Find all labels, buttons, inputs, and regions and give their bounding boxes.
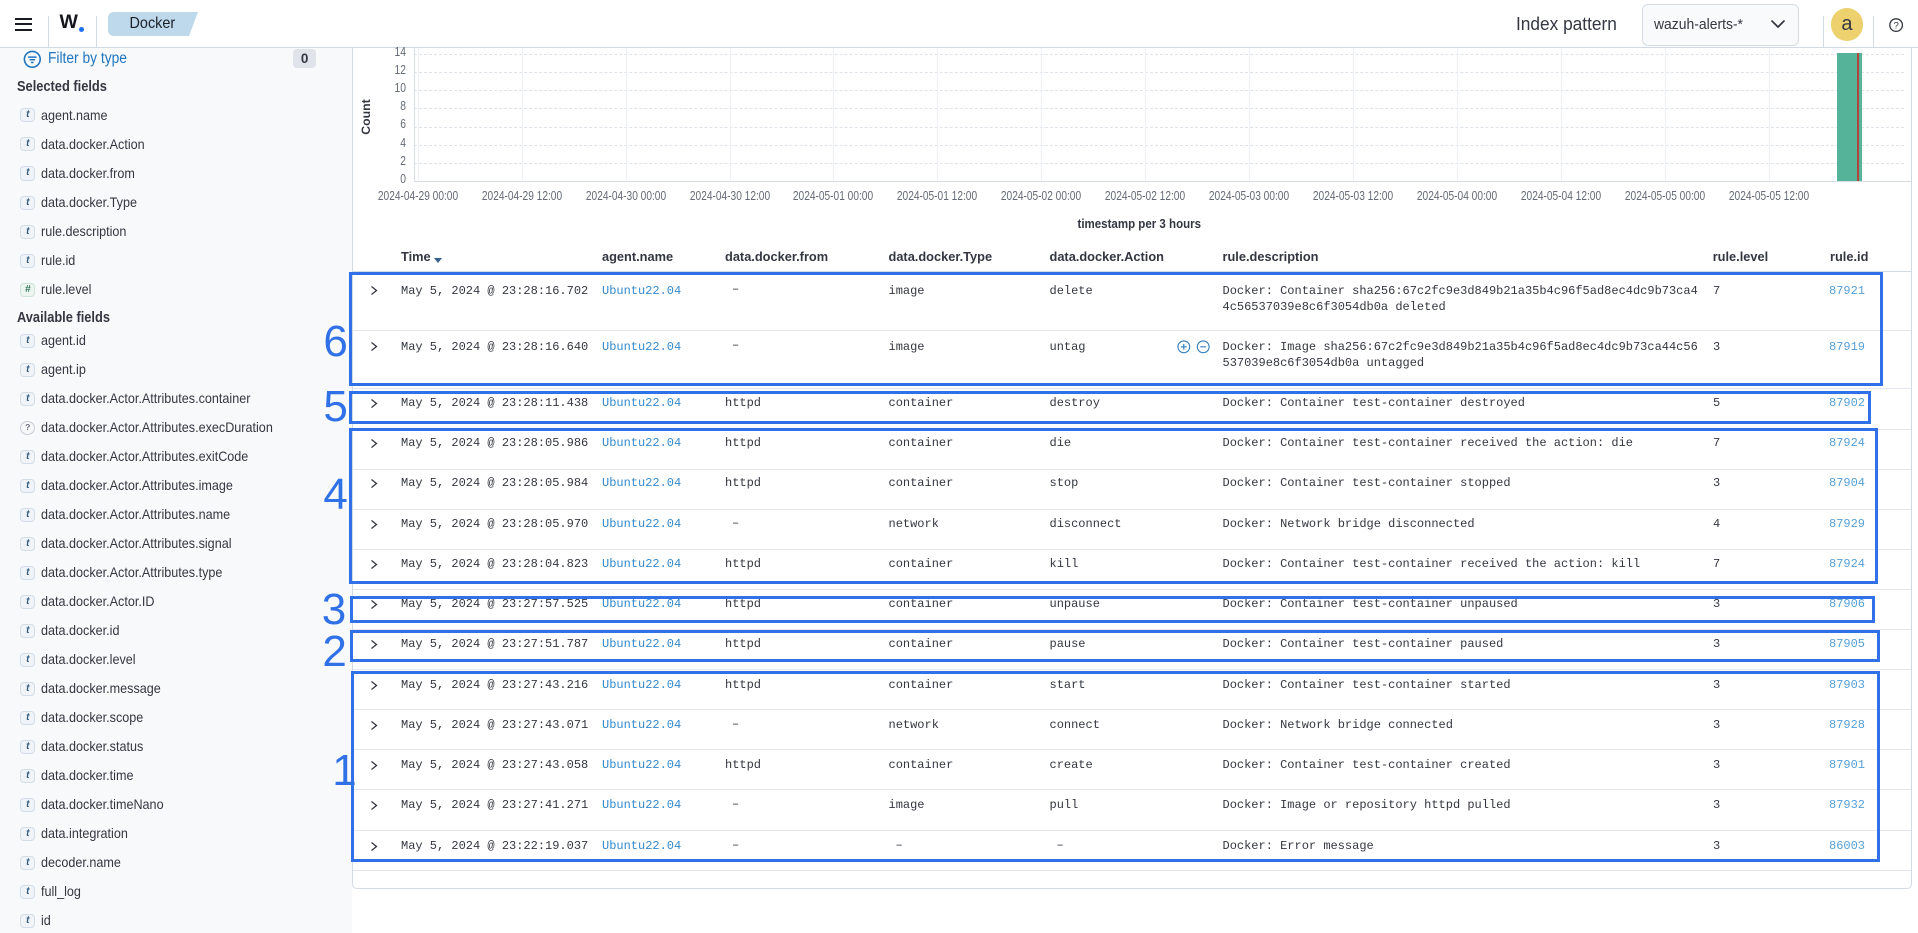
svg-text:?: ? — [1893, 20, 1898, 31]
